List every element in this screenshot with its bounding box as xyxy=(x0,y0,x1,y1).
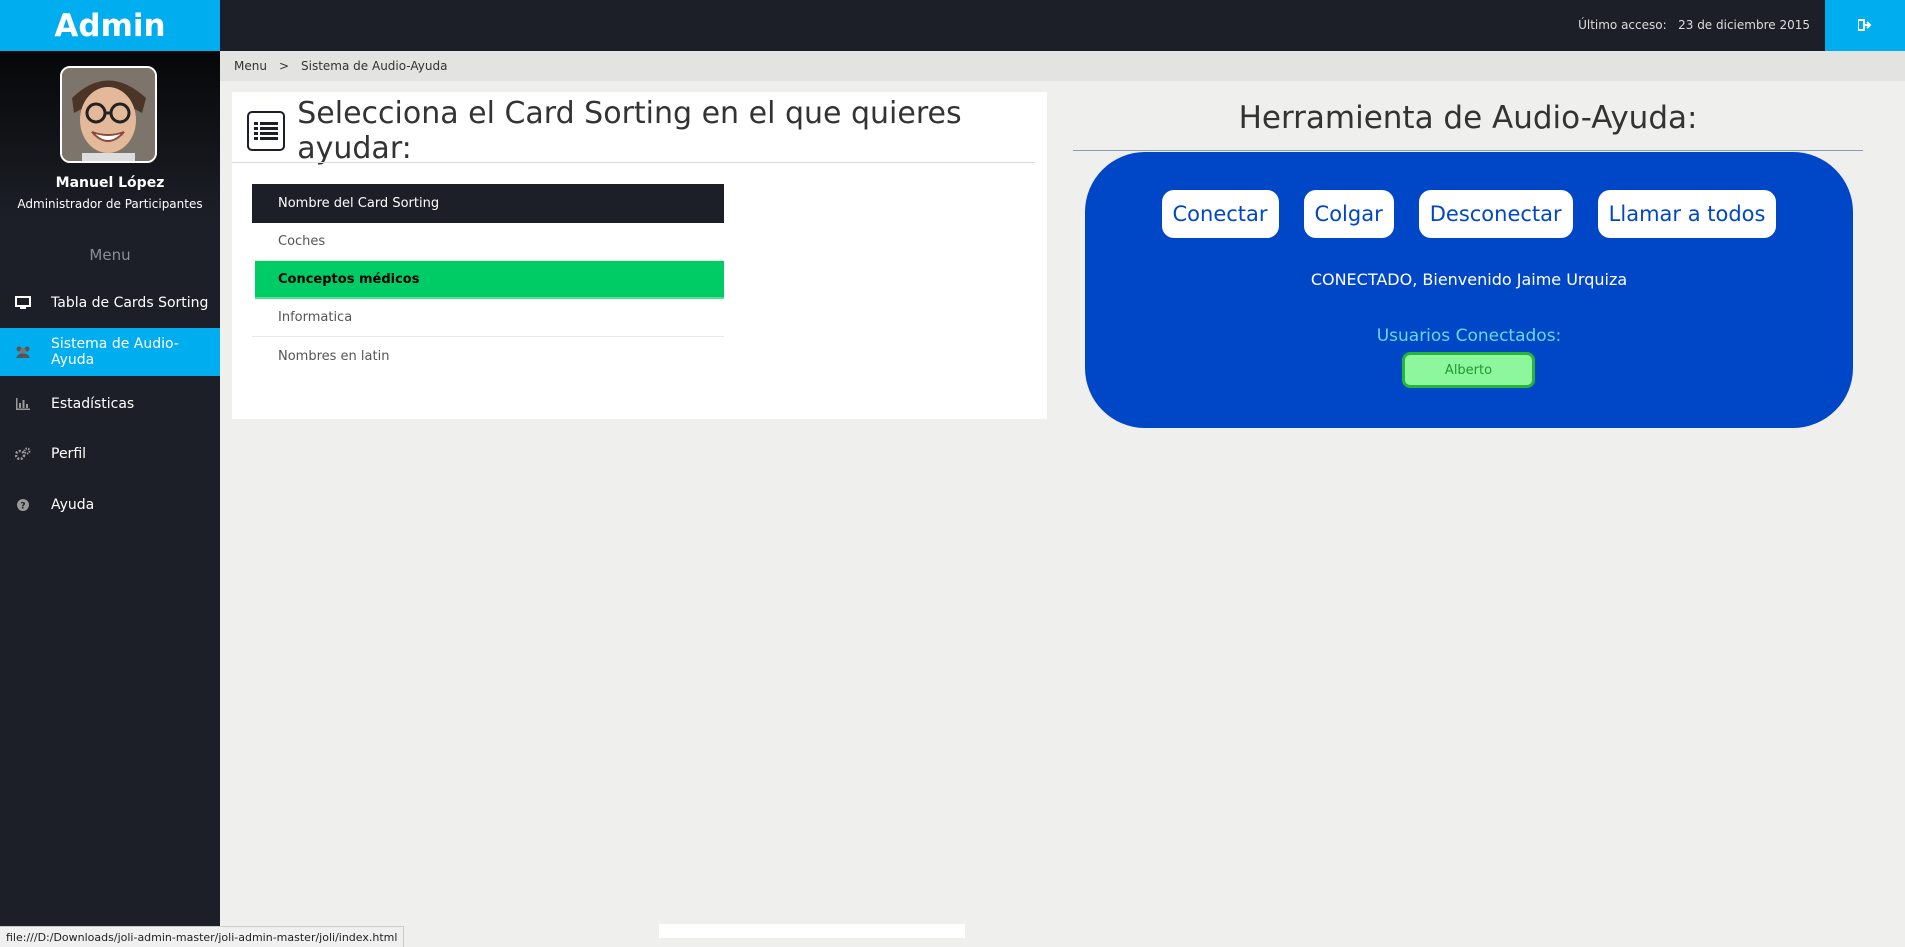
sidebar-item-estadisticas[interactable]: Estadísticas xyxy=(0,380,220,428)
monitor-icon xyxy=(14,294,32,312)
top-bar: Último acceso: 23 de diciembre 2015 xyxy=(220,0,1905,51)
question-icon: ? xyxy=(14,496,32,514)
svg-text:?: ? xyxy=(20,502,25,512)
connection-status: CONECTADO, Bienvenido Jaime Urquiza xyxy=(1310,270,1628,289)
connected-user[interactable]: Alberto xyxy=(1402,352,1535,388)
breadcrumb-separator: > xyxy=(278,59,290,73)
audio-tool-title: Herramienta de Audio-Ayuda: xyxy=(1238,100,1698,136)
card-sorting-table: Nombre del Card Sorting Coches Conceptos… xyxy=(252,184,724,375)
last-access-date: 23 de diciembre 2015 xyxy=(1678,18,1810,32)
call-all-button[interactable]: Llamar a todos xyxy=(1597,190,1777,238)
table-row-selected[interactable]: Conceptos médicos xyxy=(255,261,724,299)
avatar xyxy=(60,66,157,163)
panel-header: Selecciona el Card Sorting en el que qui… xyxy=(247,96,1047,166)
audio-tool-panel: Conectar Colgar Desconectar Llamar a tod… xyxy=(1085,152,1853,428)
table-header: Nombre del Card Sorting xyxy=(252,184,724,223)
breadcrumb-root[interactable]: Menu xyxy=(234,59,267,73)
audio-button-row: Conectar Colgar Desconectar Llamar a tod… xyxy=(1085,190,1853,238)
user-name: Manuel López xyxy=(55,175,165,191)
last-access-label: Último acceso: xyxy=(1578,18,1667,32)
table-row[interactable]: Nombres en latin xyxy=(252,337,724,375)
sidebar-item-perfil[interactable]: Perfil xyxy=(0,430,220,478)
divider xyxy=(232,162,1035,163)
sidebar-item-ayuda[interactable]: ? Ayuda xyxy=(0,481,220,529)
sidebar-item-label: Ayuda xyxy=(51,497,95,513)
bar-chart-icon xyxy=(14,395,32,413)
logout-button[interactable] xyxy=(1825,0,1905,51)
sidebar-item-label: Perfil xyxy=(51,446,87,462)
group-icon xyxy=(14,343,32,361)
table-row[interactable]: Coches xyxy=(252,223,724,261)
list-icon xyxy=(247,111,286,151)
browser-status-url: file:///D:/Downloads/joli-admin-master/j… xyxy=(0,926,405,947)
sidebar-item-label: Estadísticas xyxy=(51,396,135,412)
sidebar-item-tabla-cards-sorting[interactable]: Tabla de Cards Sorting xyxy=(0,279,220,327)
user-role: Administrador de Participantes xyxy=(17,197,203,211)
sidebar-item-label: Tabla de Cards Sorting xyxy=(51,295,209,311)
sidebar-item-sistema-audio-ayuda[interactable]: Sistema de Audio-Ayuda xyxy=(0,328,220,376)
sidebar-item-label: Sistema de Audio-Ayuda xyxy=(51,336,179,368)
breadcrumb-current: Sistema de Audio-Ayuda xyxy=(301,59,448,73)
hang-up-button[interactable]: Colgar xyxy=(1303,190,1394,238)
horizontal-scrollbar[interactable] xyxy=(659,924,965,938)
connect-button[interactable]: Conectar xyxy=(1161,190,1279,238)
sidebar: Admin Manuel López Administrador de Part… xyxy=(0,0,220,946)
connected-users-label: Usuarios Conectados: xyxy=(1376,326,1562,346)
sign-out-icon xyxy=(1857,16,1872,35)
table-row[interactable]: Informatica xyxy=(252,299,724,337)
panel-title: Selecciona el Card Sorting en el que qui… xyxy=(297,96,962,166)
disconnect-button[interactable]: Desconectar xyxy=(1418,190,1573,238)
menu-title: Menu xyxy=(89,246,131,264)
brand-logo[interactable]: Admin xyxy=(0,0,220,51)
breadcrumb: Menu > Sistema de Audio-Ayuda xyxy=(220,51,1905,81)
last-access: Último acceso: 23 de diciembre 2015 xyxy=(1578,18,1810,32)
divider xyxy=(1073,150,1863,151)
card-sorting-panel: Selecciona el Card Sorting en el que qui… xyxy=(232,92,1047,419)
gears-icon xyxy=(14,445,32,463)
